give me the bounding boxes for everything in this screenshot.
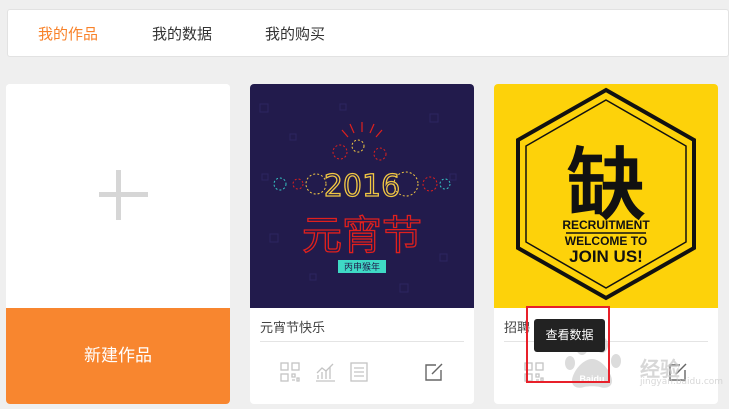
work-cover-image[interactable]: 2016 元宵节 丙申猴年: [250, 84, 474, 308]
work-cover-image[interactable]: 缺 RECRUITMENT WELCOME TO JOIN US!: [494, 84, 718, 308]
cover-line3: JOIN US!: [569, 247, 643, 266]
watermark-sub: jingyan.baidu.com: [640, 377, 724, 387]
qrcode-icon[interactable]: [279, 361, 301, 383]
tab-my-data[interactable]: 我的数据: [152, 23, 212, 44]
cover-banner: 丙申猴年: [344, 261, 380, 273]
work-title: 招聘: [504, 321, 531, 336]
card-divider: [260, 341, 464, 342]
qrcode-icon[interactable]: [523, 361, 545, 383]
tab-my-works[interactable]: 我的作品: [38, 23, 98, 44]
list-icon[interactable]: [348, 361, 370, 383]
edit-icon[interactable]: [423, 361, 445, 383]
stats-icon[interactable]: [314, 361, 336, 383]
new-work-card[interactable]: 新建作品: [6, 84, 230, 404]
watermark-brand: Baidu: [579, 374, 604, 384]
cover-year: 2016: [324, 169, 400, 204]
work-card[interactable]: 2016 元宵节 丙申猴年 元宵节快乐: [250, 84, 474, 404]
tab-my-purchases[interactable]: 我的购买: [265, 23, 325, 44]
new-work-button[interactable]: 新建作品: [6, 308, 230, 404]
view-data-tooltip: 查看数据: [534, 319, 605, 352]
cover-heading: 元宵节: [302, 213, 422, 259]
plus-icon[interactable]: [6, 84, 230, 308]
cover-line1: RECRUITMENT: [562, 218, 650, 232]
tab-bar: 我的作品 我的数据 我的购买: [7, 9, 729, 57]
work-title: 元宵节快乐: [260, 321, 326, 336]
cover-line2: WELCOME TO: [565, 234, 647, 248]
